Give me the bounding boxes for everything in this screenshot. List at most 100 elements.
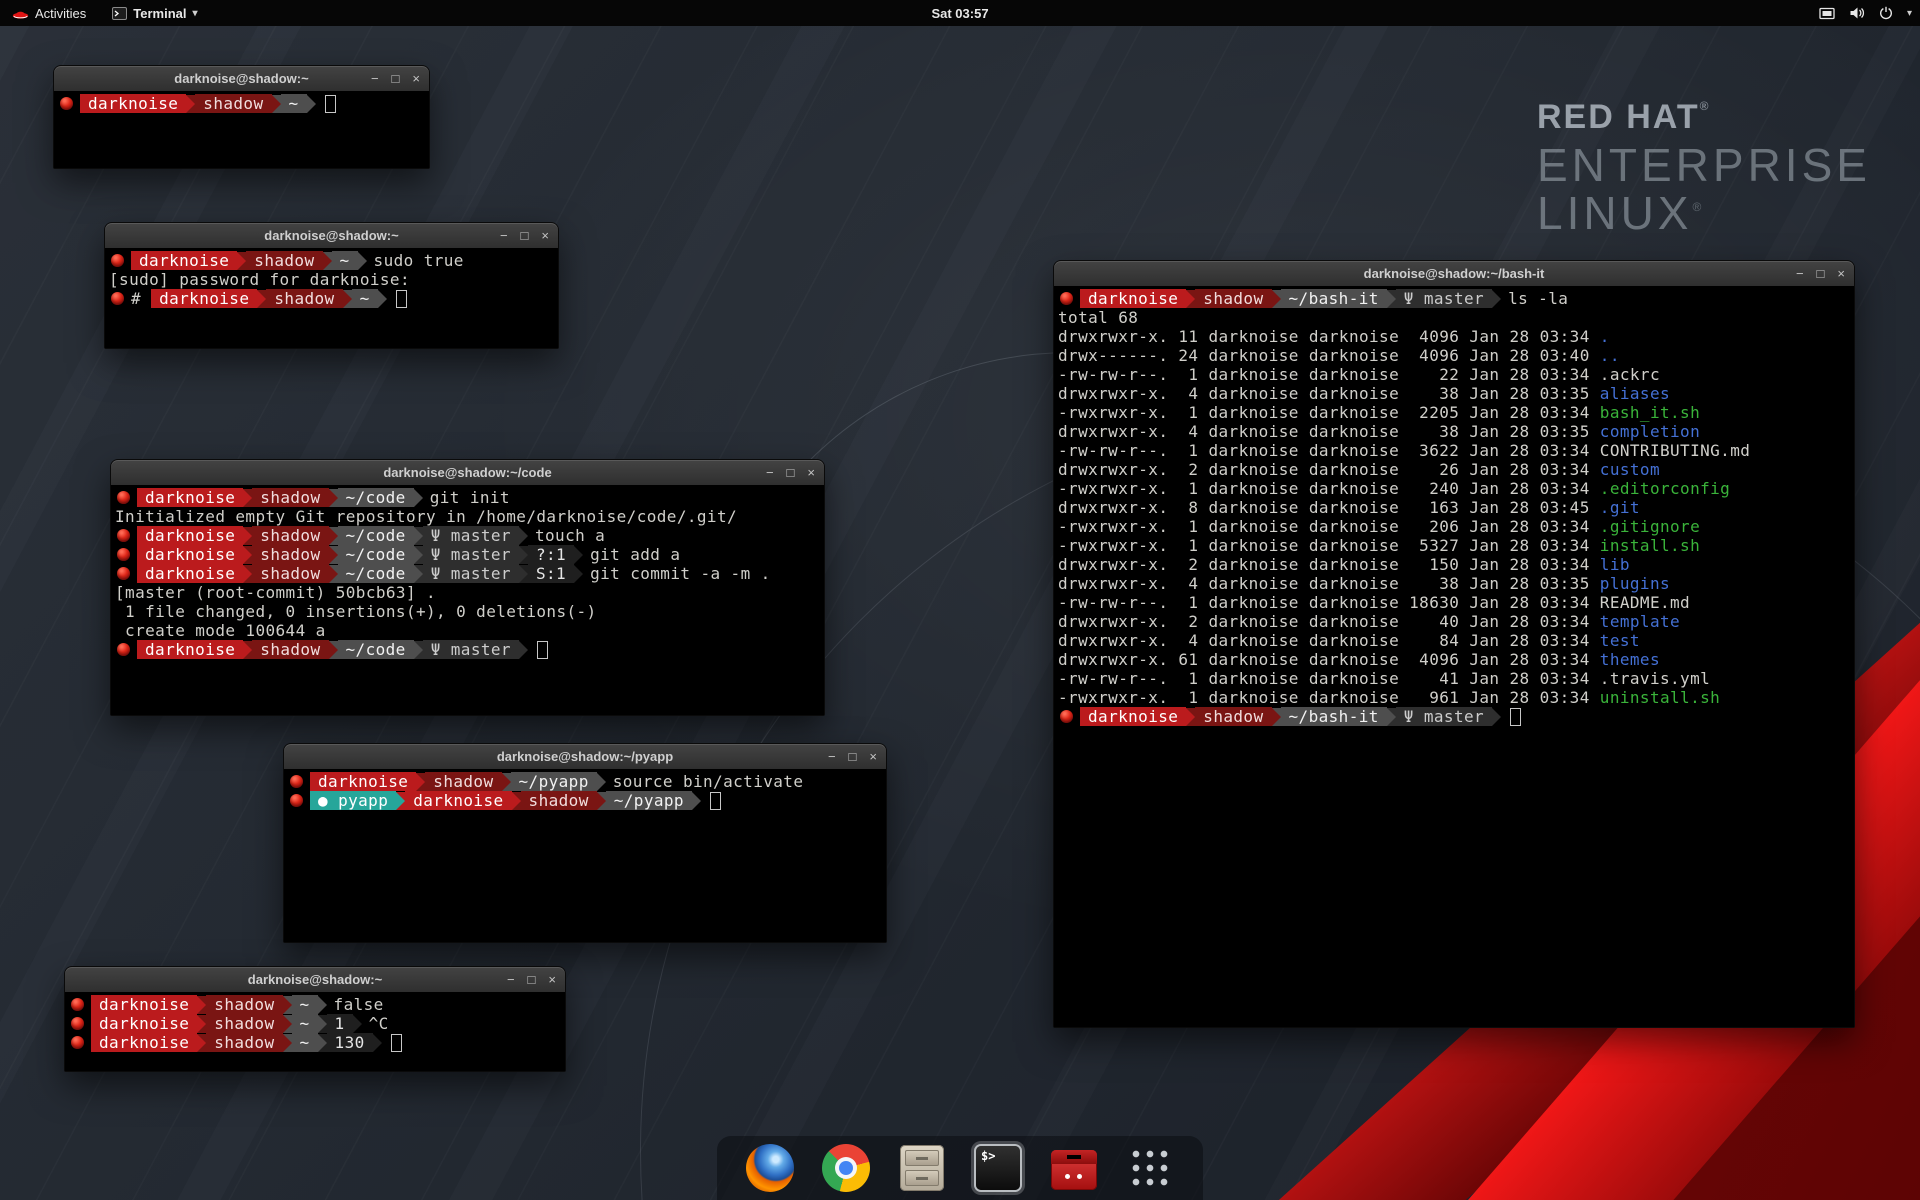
terminal-text: sudo true [374, 251, 464, 270]
maximize-button[interactable]: □ [787, 460, 795, 485]
close-button[interactable]: × [541, 223, 549, 248]
terminal-text: git add a [590, 545, 680, 564]
app-menu-terminal[interactable]: Terminal ▾ [108, 0, 201, 26]
terminal-line: darknoiseshadow~false [69, 995, 565, 1014]
terminal-text: -rwxrwxr-x. 1 darknoise darknoise 961 Ja… [1058, 688, 1600, 707]
terminal-line: total 68 [1058, 308, 1854, 327]
terminal-content[interactable]: darknoiseshadow~/pyappsource bin/activat… [284, 769, 886, 942]
prompt-segment-host: shadow [252, 488, 328, 507]
powerline-arrow [1272, 290, 1281, 308]
prompt-segment-count: 1 [327, 1014, 353, 1033]
maximize-button[interactable]: □ [1817, 261, 1825, 286]
clock[interactable]: Sat 03:57 [931, 6, 988, 21]
powerline-arrow [257, 290, 266, 308]
activities-button[interactable]: Activities [8, 0, 90, 26]
dock-icon-toolbox[interactable] [1047, 1141, 1101, 1195]
close-button[interactable]: × [548, 967, 556, 992]
terminal-text: create mode 100644 a [115, 621, 326, 640]
window-titlebar[interactable]: darknoise@shadow:~/pyapp − □ × [284, 744, 886, 770]
terminal-content[interactable]: darknoiseshadow~ [54, 91, 429, 168]
terminal-line: # darknoiseshadow~ [109, 289, 558, 308]
window-titlebar[interactable]: darknoise@shadow:~ − □ × [54, 66, 429, 92]
close-button[interactable]: × [412, 66, 420, 91]
window-titlebar[interactable]: darknoise@shadow:~/code − □ × [111, 460, 824, 486]
window-titlebar[interactable]: darknoise@shadow:~ − □ × [105, 223, 558, 249]
power-icon[interactable] [1879, 6, 1893, 20]
terminal-text: drwx------. 24 darknoise darknoise 4096 … [1058, 346, 1600, 365]
terminal-cursor [710, 792, 721, 810]
dock-icon-file-cabinet[interactable] [895, 1141, 949, 1195]
terminal-text: test [1600, 631, 1640, 650]
rhel-logo-line3: LINUX® [1537, 190, 1871, 236]
minimize-button[interactable]: − [507, 967, 515, 992]
distro-prompt-icon [1060, 292, 1073, 305]
terminal-text: -rw-rw-r--. 1 darknoise darknoise 41 Jan… [1058, 669, 1600, 688]
prompt-segment-path: ~ [292, 995, 318, 1014]
dock-icon-app-grid[interactable] [1123, 1141, 1177, 1195]
terminal-content[interactable]: darknoiseshadow~/bash-itΨ masterls -lato… [1054, 286, 1854, 1027]
terminal-text: -rw-rw-r--. 1 darknoise darknoise 22 Jan… [1058, 365, 1600, 384]
powerline-arrow [243, 565, 252, 583]
terminal-text: [master (root-commit) 50bcb63] . [115, 583, 436, 602]
terminal-content[interactable]: darknoiseshadow~/codegit initInitialized… [111, 485, 824, 715]
close-button[interactable]: × [869, 744, 877, 769]
minimize-button[interactable]: − [500, 223, 508, 248]
maximize-button[interactable]: □ [849, 744, 857, 769]
window-titlebar[interactable]: darknoise@shadow:~ − □ × [65, 967, 565, 993]
terminal-line: drwxrwxr-x. 11 darknoise darknoise 4096 … [1058, 327, 1854, 346]
terminal-text: # [131, 289, 151, 308]
powerline-arrow [502, 773, 511, 791]
terminal-text: bash_it.sh [1600, 403, 1700, 422]
minimize-button[interactable]: − [766, 460, 774, 485]
powerline-arrow [283, 1015, 292, 1033]
terminal-line: drwxrwxr-x. 61 darknoise darknoise 4096 … [1058, 650, 1854, 669]
terminal-text: -rwxrwxr-x. 1 darknoise darknoise 206 Ja… [1058, 517, 1600, 536]
terminal-app-icon: $> [976, 1146, 1020, 1190]
rhel-logo-line1: RED HAT® [1537, 100, 1871, 134]
prompt-segment-git: Ψ master [423, 526, 519, 545]
dock-icon-chrome[interactable] [819, 1141, 873, 1195]
toolbox-icon [1051, 1150, 1097, 1190]
minimize-button[interactable]: − [371, 66, 379, 91]
dock-icon-terminal[interactable]: $> [971, 1141, 1025, 1195]
terminal-prompt-glyph: $> [981, 1149, 995, 1163]
dock-icon-firefox[interactable] [743, 1141, 797, 1195]
powerline-arrow [243, 546, 252, 564]
close-button[interactable]: × [807, 460, 815, 485]
terminal-content[interactable]: darknoiseshadow~falsedarknoiseshadow~1^C… [65, 992, 565, 1071]
terminal-content[interactable]: darknoiseshadow~sudo true[sudo] password… [105, 248, 558, 348]
prompt-segment-count: 130 [327, 1033, 373, 1052]
prompt-segment-path: ~/code [338, 545, 414, 564]
maximize-button[interactable]: □ [521, 223, 529, 248]
window-title: darknoise@shadow:~ [105, 223, 558, 248]
minimize-button[interactable]: − [828, 744, 836, 769]
close-button[interactable]: × [1837, 261, 1845, 286]
prompt-segment-host: shadow [252, 564, 328, 583]
minimize-button[interactable]: − [1796, 261, 1804, 286]
maximize-button[interactable]: □ [392, 66, 400, 91]
window-titlebar[interactable]: darknoise@shadow:~/bash-it − □ × [1054, 261, 1854, 287]
terminal-text: -rw-rw-r--. 1 darknoise darknoise 18630 … [1058, 593, 1600, 612]
powerline-arrow [1186, 290, 1195, 308]
prompt-segment-host: shadow [252, 526, 328, 545]
window-title: darknoise@shadow:~/code [111, 460, 824, 485]
window-title: darknoise@shadow:~/pyapp [284, 744, 886, 769]
powerline-arrow [512, 792, 521, 810]
powerline-arrow [329, 489, 338, 507]
maximize-button[interactable]: □ [528, 967, 536, 992]
window-title: darknoise@shadow:~/bash-it [1054, 261, 1854, 286]
volume-icon[interactable] [1849, 6, 1865, 20]
distro-prompt-icon [117, 567, 130, 580]
rhel-logo: RED HAT® ENTERPRISE LINUX® [1537, 100, 1871, 236]
prompt-segment-path: ~/bash-it [1281, 707, 1387, 726]
terminal-text: completion [1600, 422, 1700, 441]
terminal-line: ● pyappdarknoiseshadow~/pyapp [288, 791, 886, 810]
prompt-segment-host: shadow [266, 289, 342, 308]
terminal-line: drwxrwxr-x. 2 darknoise darknoise 26 Jan… [1058, 460, 1854, 479]
terminal-line: -rwxrwxr-x. 1 darknoise darknoise 206 Ja… [1058, 517, 1854, 536]
display-icon[interactable] [1819, 7, 1835, 20]
prompt-segment-venv: ● pyapp [310, 791, 396, 810]
prompt-segment-host: shadow [252, 640, 328, 659]
terminal-line: [sudo] password for darknoise: [109, 270, 558, 289]
terminal-text: [sudo] password for darknoise: [109, 270, 420, 289]
